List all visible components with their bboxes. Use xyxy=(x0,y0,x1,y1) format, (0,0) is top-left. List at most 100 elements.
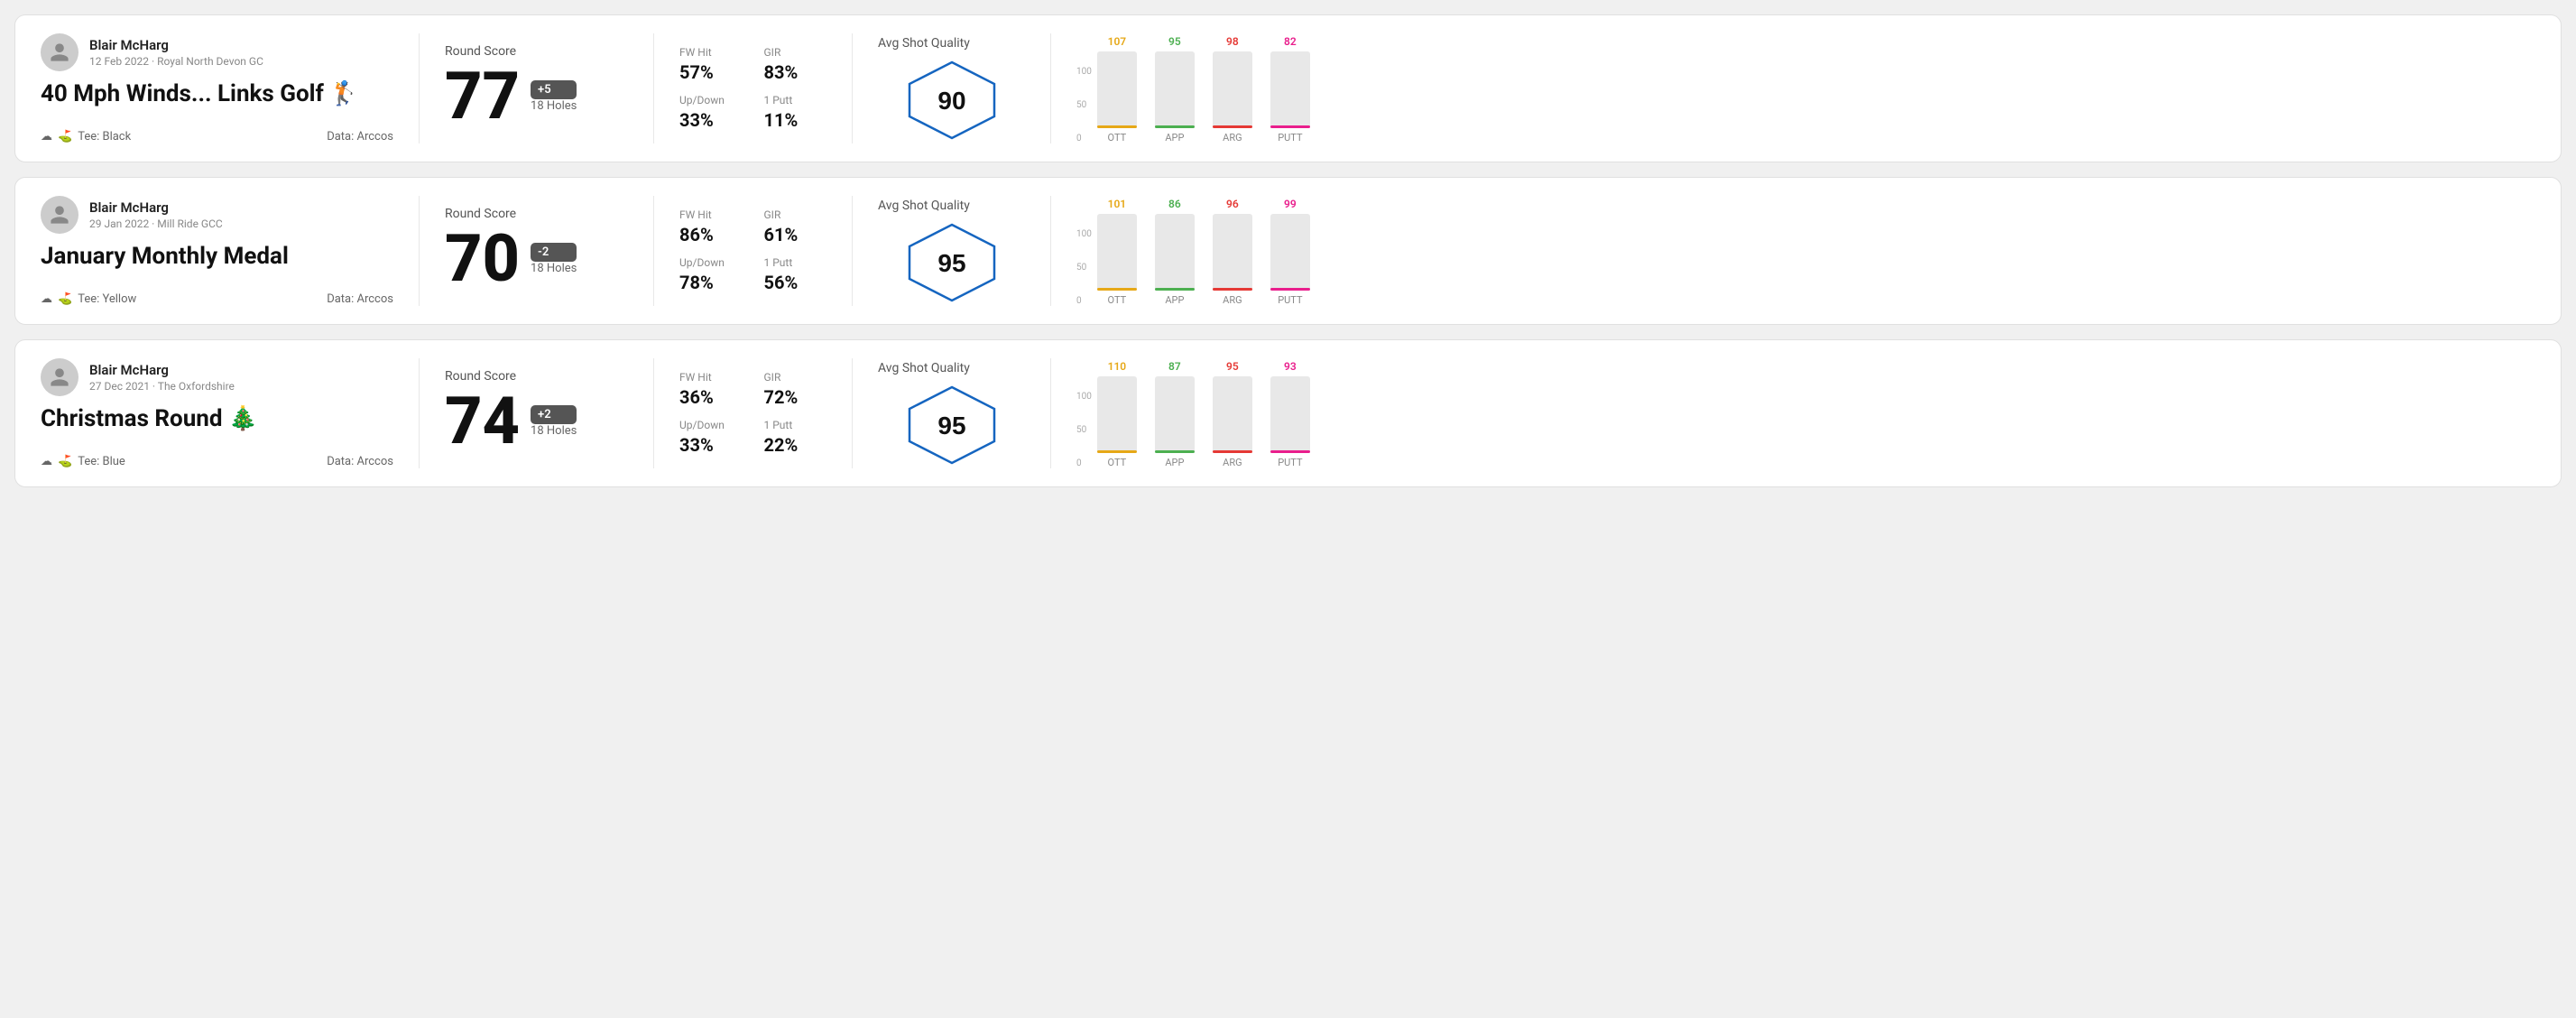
data-source: Data: Arccos xyxy=(327,455,393,468)
bag-icon: ⛳ xyxy=(58,130,72,143)
updown-stat: Up/Down 78% xyxy=(679,256,743,293)
oneputt-label: 1 Putt xyxy=(764,419,827,431)
stats-section: FW Hit 36% GIR 72% Up/Down 33% 1 Putt 22… xyxy=(654,358,853,468)
oneputt-value: 22% xyxy=(764,434,827,456)
updown-stat: Up/Down 33% xyxy=(679,94,743,131)
middle-section: Round Score 74 +2 18 Holes xyxy=(420,358,654,468)
avatar xyxy=(41,358,78,396)
quality-section: Avg Shot Quality 95 xyxy=(853,196,1051,306)
gir-stat: GIR 83% xyxy=(764,46,827,83)
chart-section: 100 50 0 110 OTT 87 xyxy=(1051,358,2535,468)
fw-hit-label: FW Hit xyxy=(679,208,743,221)
round-title: Christmas Round 🎄 xyxy=(41,405,393,432)
svg-text:90: 90 xyxy=(937,87,965,115)
updown-stat: Up/Down 33% xyxy=(679,419,743,456)
score-row: 70 -2 18 Holes xyxy=(445,227,628,292)
round-card-3: Blair McHarg 27 Dec 2021 · The Oxfordshi… xyxy=(14,339,2562,487)
oneputt-value: 11% xyxy=(764,109,827,131)
big-score: 70 xyxy=(445,227,520,292)
tee-info: ☁ ⛳ Tee: Yellow Data: Arccos xyxy=(41,292,393,306)
gir-value: 61% xyxy=(764,224,827,245)
hexagon: 90 xyxy=(907,60,997,141)
fw-hit-stat: FW Hit 57% xyxy=(679,46,743,83)
stats-section: FW Hit 57% GIR 83% Up/Down 33% 1 Putt 11… xyxy=(654,33,853,143)
updown-label: Up/Down xyxy=(679,256,743,269)
oneputt-label: 1 Putt xyxy=(764,256,827,269)
tee-info: ☁ ⛳ Tee: Blue Data: Arccos xyxy=(41,455,393,468)
fw-hit-label: FW Hit xyxy=(679,371,743,384)
stats-section: FW Hit 86% GIR 61% Up/Down 78% 1 Putt 56… xyxy=(654,196,853,306)
bag-icon: ⛳ xyxy=(58,292,72,306)
gir-value: 83% xyxy=(764,61,827,83)
chart-section: 100 50 0 107 OTT 95 xyxy=(1051,33,2535,143)
stats-grid: FW Hit 36% GIR 72% Up/Down 33% 1 Putt 22… xyxy=(679,371,826,456)
quality-label: Avg Shot Quality xyxy=(878,361,970,375)
left-section: Blair McHarg 12 Feb 2022 · Royal North D… xyxy=(41,33,420,143)
hexagon: 95 xyxy=(907,222,997,303)
score-badge: -2 xyxy=(531,243,577,262)
user-info: Blair McHarg 12 Feb 2022 · Royal North D… xyxy=(41,33,393,71)
data-source: Data: Arccos xyxy=(327,292,393,306)
middle-section: Round Score 70 -2 18 Holes xyxy=(420,196,654,306)
tee-label: Tee: Yellow xyxy=(78,292,136,306)
user-date: 12 Feb 2022 · Royal North Devon GC xyxy=(89,55,263,68)
bar-chart: 100 50 0 110 OTT 87 xyxy=(1076,358,2535,468)
round-title: 40 Mph Winds... Links Golf 🏌 xyxy=(41,80,393,107)
user-name: Blair McHarg xyxy=(89,37,263,53)
middle-section: Round Score 77 +5 18 Holes xyxy=(420,33,654,143)
score-detail: -2 18 Holes xyxy=(531,243,577,275)
tee-icons: ☁ ⛳ Tee: Blue xyxy=(41,455,125,468)
oneputt-value: 56% xyxy=(764,272,827,293)
gir-value: 72% xyxy=(764,386,827,408)
bag-icon: ⛳ xyxy=(58,455,72,468)
stats-grid: FW Hit 86% GIR 61% Up/Down 78% 1 Putt 56… xyxy=(679,208,826,293)
user-icon xyxy=(49,366,70,388)
left-section: Blair McHarg 29 Jan 2022 · Mill Ride GCC… xyxy=(41,196,420,306)
fw-hit-value: 36% xyxy=(679,386,743,408)
quality-label: Avg Shot Quality xyxy=(878,36,970,51)
score-row: 77 +5 18 Holes xyxy=(445,64,628,129)
updown-label: Up/Down xyxy=(679,94,743,106)
weather-icon: ☁ xyxy=(41,130,52,143)
bar-chart: 100 50 0 107 OTT 95 xyxy=(1076,33,2535,143)
fw-hit-label: FW Hit xyxy=(679,46,743,59)
holes-label: 18 Holes xyxy=(531,424,577,438)
user-icon xyxy=(49,204,70,226)
round-score-label: Round Score xyxy=(445,44,628,59)
fw-hit-stat: FW Hit 86% xyxy=(679,208,743,245)
quality-section: Avg Shot Quality 95 xyxy=(853,358,1051,468)
tee-icons: ☁ ⛳ Tee: Black xyxy=(41,130,131,143)
tee-label: Tee: Black xyxy=(78,130,131,143)
bar-chart: 100 50 0 101 OTT 86 xyxy=(1076,196,2535,306)
gir-stat: GIR 72% xyxy=(764,371,827,408)
round-card-1: Blair McHarg 12 Feb 2022 · Royal North D… xyxy=(14,14,2562,162)
fw-hit-value: 57% xyxy=(679,61,743,83)
round-score-label: Round Score xyxy=(445,369,628,384)
round-score-label: Round Score xyxy=(445,207,628,221)
user-icon xyxy=(49,42,70,63)
oneputt-label: 1 Putt xyxy=(764,94,827,106)
avatar xyxy=(41,33,78,71)
quality-label: Avg Shot Quality xyxy=(878,199,970,213)
fw-hit-value: 86% xyxy=(679,224,743,245)
score-badge: +2 xyxy=(531,405,577,424)
user-info: Blair McHarg 27 Dec 2021 · The Oxfordshi… xyxy=(41,358,393,396)
updown-label: Up/Down xyxy=(679,419,743,431)
score-detail: +2 18 Holes xyxy=(531,405,577,438)
big-score: 77 xyxy=(445,64,520,129)
oneputt-stat: 1 Putt 11% xyxy=(764,94,827,131)
hexagon: 95 xyxy=(907,384,997,466)
left-section: Blair McHarg 27 Dec 2021 · The Oxfordshi… xyxy=(41,358,420,468)
user-details: Blair McHarg 27 Dec 2021 · The Oxfordshi… xyxy=(89,362,235,393)
gir-stat: GIR 61% xyxy=(764,208,827,245)
round-title: January Monthly Medal xyxy=(41,243,393,270)
tee-label: Tee: Blue xyxy=(78,455,125,468)
updown-value: 33% xyxy=(679,109,743,131)
user-details: Blair McHarg 29 Jan 2022 · Mill Ride GCC xyxy=(89,199,223,230)
user-date: 29 Jan 2022 · Mill Ride GCC xyxy=(89,217,223,230)
oneputt-stat: 1 Putt 56% xyxy=(764,256,827,293)
user-name: Blair McHarg xyxy=(89,199,223,216)
weather-icon: ☁ xyxy=(41,292,52,306)
user-info: Blair McHarg 29 Jan 2022 · Mill Ride GCC xyxy=(41,196,393,234)
quality-section: Avg Shot Quality 90 xyxy=(853,33,1051,143)
